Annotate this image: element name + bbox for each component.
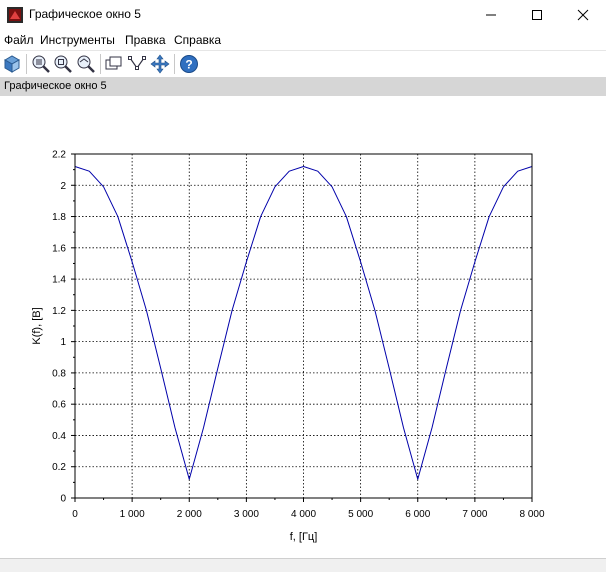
datatip-icon[interactable]: [104, 54, 124, 74]
y-tick-label: 1.2: [52, 306, 66, 317]
x-tick-label: 4 000: [291, 509, 316, 520]
close-button[interactable]: [560, 0, 606, 30]
svg-text:?: ?: [185, 58, 192, 72]
help-icon[interactable]: ?: [179, 54, 199, 74]
menu-bar: Файл Инструменты Правка Справка: [0, 30, 606, 50]
close-icon: [577, 9, 589, 21]
x-tick-label: 2 000: [177, 509, 202, 520]
zoom-out-icon[interactable]: [76, 54, 96, 74]
maximize-icon: [532, 10, 542, 20]
x-tick-label: 8 000: [519, 509, 544, 520]
y-tick-label: 0: [60, 494, 66, 505]
x-tick-label: 7 000: [462, 509, 487, 520]
y-tick-label: 2: [60, 181, 66, 192]
zoom-in-icon[interactable]: [31, 54, 51, 74]
x-tick-label: 0: [72, 509, 78, 520]
status-bar: [0, 558, 606, 572]
y-tick-label: 1.4: [52, 275, 66, 286]
y-tick-label: 0.2: [52, 462, 66, 473]
plot-canvas[interactable]: 0 1 000 2 000 3 000 4 000 5 000 6 000 7 000 8 00…: [0, 96, 606, 558]
zoom-rect-icon[interactable]: [53, 54, 73, 74]
x-tick-label: 1 000: [120, 509, 145, 520]
figure-info-bar: Графическое окно 5: [0, 77, 606, 96]
window-title: Графическое окно 5: [29, 7, 141, 21]
menu-tools[interactable]: Инструменты: [40, 33, 115, 47]
figure-info-text: Графическое окно 5: [4, 80, 107, 92]
y-tick-label: 0.6: [52, 400, 66, 411]
toolbar-separator: [26, 54, 27, 74]
menu-file[interactable]: Файл: [4, 33, 34, 47]
minimize-button[interactable]: [468, 0, 514, 30]
title-bar: Графическое окно 5: [0, 0, 606, 30]
pan-icon[interactable]: [150, 54, 170, 74]
y-tick-label: 2.2: [52, 150, 66, 161]
x-tick-label: 6 000: [405, 509, 430, 520]
y-tick-label: 0.4: [52, 431, 66, 442]
minimize-icon: [486, 14, 496, 16]
plot-svg: 0 1 000 2 000 3 000 4 000 5 000 6 000 7 000 8 00…: [31, 150, 545, 544]
x-axis-label: f, [Гц]: [290, 531, 318, 543]
edit-data-icon[interactable]: [127, 54, 147, 74]
rotate-icon[interactable]: [2, 54, 22, 74]
y-axis-label: K(f), [B]: [31, 307, 43, 344]
toolbar-separator: [100, 54, 101, 74]
toolbar: ?: [0, 50, 606, 77]
scilab-app-icon: [7, 7, 23, 23]
menu-edit[interactable]: Правка: [125, 33, 166, 47]
maximize-button[interactable]: [514, 0, 560, 30]
y-tick-label: 1.8: [52, 212, 66, 223]
x-tick-label: 5 000: [348, 509, 373, 520]
menu-help[interactable]: Справка: [174, 33, 221, 47]
toolbar-separator: [174, 54, 175, 74]
y-tick-label: 1.6: [52, 243, 66, 254]
y-tick-label: 1: [60, 337, 66, 348]
y-tick-label: 0.8: [52, 368, 66, 379]
x-tick-label: 3 000: [234, 509, 259, 520]
